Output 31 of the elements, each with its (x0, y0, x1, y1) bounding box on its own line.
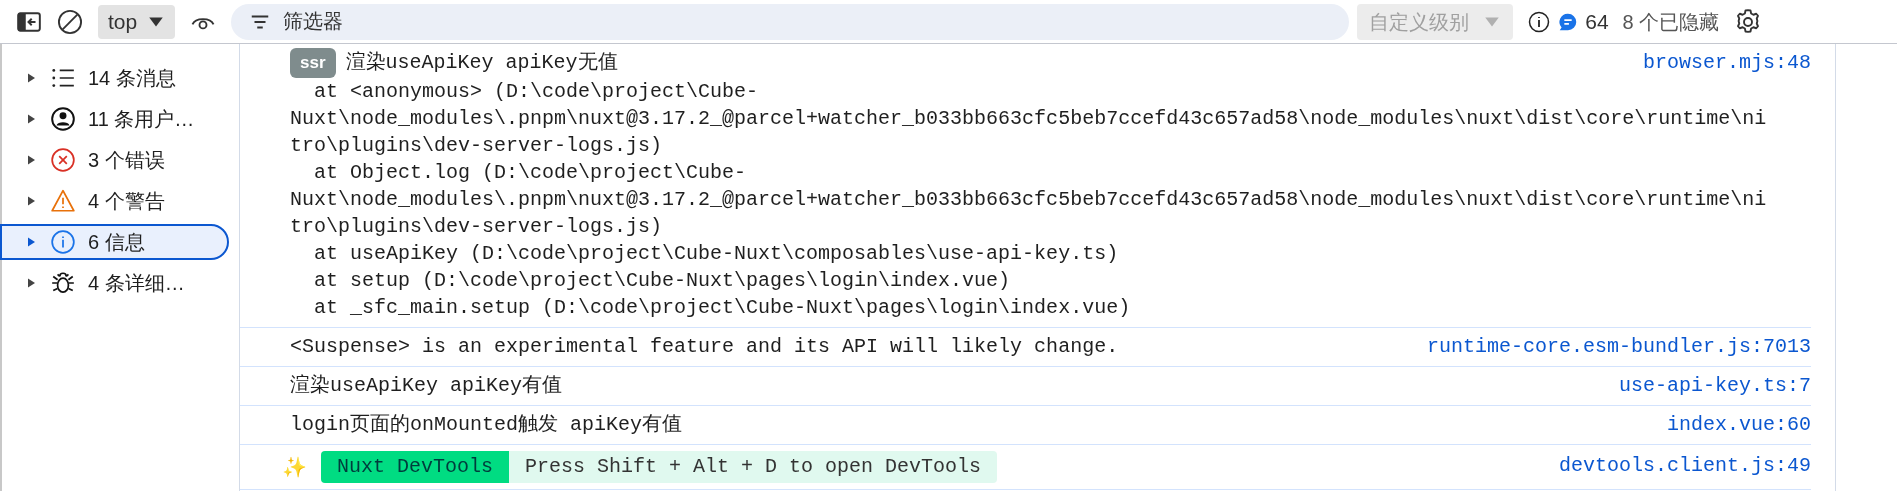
sidebar-item[interactable]: 4 个警告 (2, 183, 229, 219)
ssr-badge: ssr (290, 48, 336, 78)
error-icon (50, 147, 76, 173)
log-message: 渲染useApiKey apiKey无值 (345, 50, 619, 76)
bug-icon (50, 270, 76, 296)
devtools-badge: Nuxt DevTools (321, 451, 510, 483)
hidden-count-label: 8 个已隐藏 (1622, 9, 1720, 35)
filter-field[interactable]: 筛选器 (231, 3, 1350, 40)
log-message: <Suspense> is an experimental feature and its API will likely change. (290, 334, 1119, 360)
issues-count[interactable]: 64 (1585, 5, 1609, 38)
source-link[interactable]: use-api-key.ts:7 (1618, 373, 1811, 399)
sidebar-item[interactable]: 11 条用户… (2, 101, 229, 137)
sidebar-item[interactable]: 6 信息 (0, 224, 229, 260)
source-link[interactable]: runtime-core.esm-bundler.js:7013 (1426, 334, 1811, 360)
source-link[interactable]: index.vue:60 (1666, 412, 1811, 438)
warning-icon (50, 188, 76, 214)
info-icon[interactable] (1527, 9, 1552, 34)
sidebar-item[interactable]: 3 个错误 (2, 142, 229, 178)
devtools-hint: Press Shift + Alt + D to open DevTools (509, 451, 998, 483)
source-link[interactable]: browser.mjs:48 (1642, 48, 1811, 78)
info-icon (50, 229, 76, 255)
context-dropdown[interactable]: top (98, 4, 176, 39)
stack-trace: at <anonymous> (D:\code\project\Cube- Nuxt\node_modules\.pnpm\nuxt@3.17.2_@parcel+watcher_b033bb663cfc5beb7ccefd43c657ad58\node_modules\nuxt\dist\core\runtime\ni tro\plugins\dev-server-logs.js) at Object.log (D:\code\project\Cube- Nuxt\node_modules\.pnpm\nuxt@3.17.2_@parcel+watcher_b033bb663cfc5beb7ccefd43c657ad58\node_modules\nuxt\dist\core\runtime\ni tro\plugins\dev-server-logs.js) at useApiKey (D:\code\project\Cube-Nuxt\composables\use-api-key.ts) at setup (D:\code\project\Cube-Nuxt\pages\login\index.vue) at _sfc_main.setup (D:\code\project\Cube-Nuxt\pages\login\index.vue) (290, 79, 1768, 321)
user-icon (50, 106, 76, 132)
log-message: 渲染useApiKey apiKey有值 (290, 373, 563, 399)
sparkle-icon: ✨ (282, 452, 307, 482)
source-link[interactable]: devtools.client.js:49 (1558, 451, 1811, 479)
sidebar-item[interactable]: 4 条详细… (2, 265, 229, 301)
sidebar-item[interactable]: 14 条消息 (2, 60, 229, 96)
clear-icon[interactable] (56, 7, 84, 36)
log-message: login页面的onMounted触发 apiKey有值 (290, 412, 683, 438)
